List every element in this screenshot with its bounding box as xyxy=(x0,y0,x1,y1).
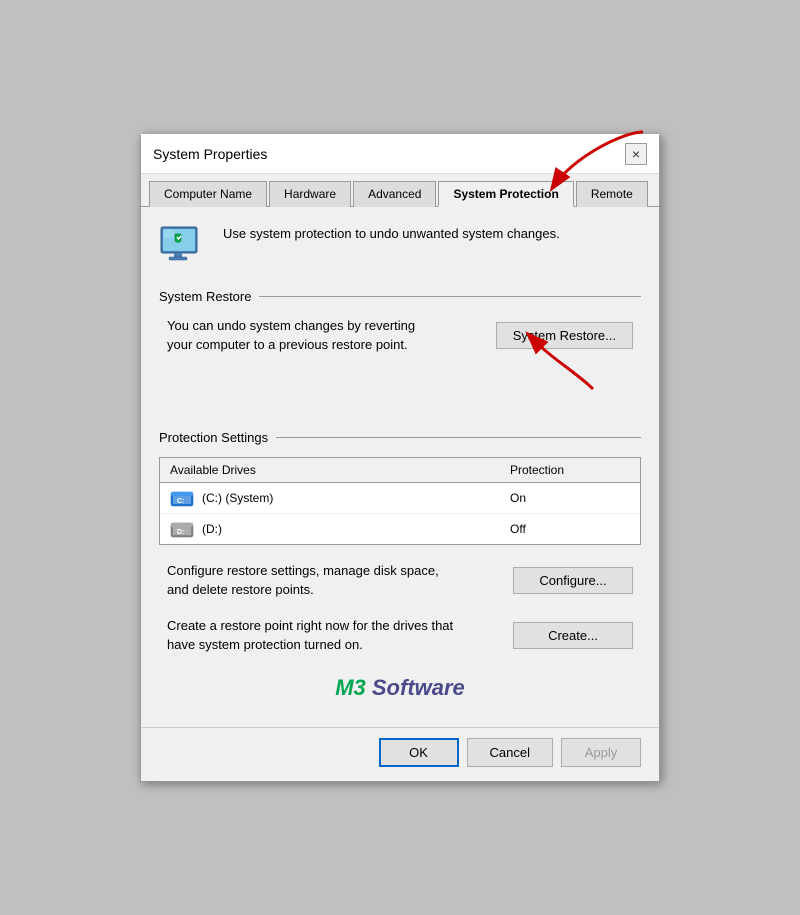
tab-system-protection[interactable]: System Protection xyxy=(438,181,573,207)
title-bar: System Properties × xyxy=(141,135,659,174)
dialog-title: System Properties xyxy=(153,146,267,162)
tab-remote[interactable]: Remote xyxy=(576,181,648,207)
tab-hardware[interactable]: Hardware xyxy=(269,181,351,207)
system-restore-area: You can undo system changes by reverting… xyxy=(159,316,641,355)
cancel-button[interactable]: Cancel xyxy=(467,738,553,767)
system-properties-dialog: System Properties × Computer Name Hardwa… xyxy=(140,134,660,782)
watermark: M3 Software xyxy=(159,675,641,701)
configure-text: Configure restore settings, manage disk … xyxy=(167,561,439,600)
create-button[interactable]: Create... xyxy=(513,622,633,649)
ok-button[interactable]: OK xyxy=(379,738,459,767)
table-row[interactable]: D: (D:) Off xyxy=(160,514,640,544)
tab-content: Use system protection to undo unwanted s… xyxy=(141,207,659,727)
computer-icon xyxy=(159,221,211,273)
footer-buttons: OK Cancel Apply xyxy=(141,727,659,781)
configure-button[interactable]: Configure... xyxy=(513,567,633,594)
create-area: Create a restore point right now for the… xyxy=(159,616,641,655)
drives-table: Available Drives Protection C: (C:) (Sys… xyxy=(159,457,641,545)
svg-text:C:: C: xyxy=(177,498,184,505)
section-divider xyxy=(259,296,641,297)
drive-c-name: (C:) (System) xyxy=(202,491,510,505)
drive-c-icon: C: xyxy=(170,489,194,507)
watermark-m3: M3 xyxy=(335,675,366,700)
close-button[interactable]: × xyxy=(625,143,647,165)
header-protection: Protection xyxy=(510,463,630,477)
tab-computer-name[interactable]: Computer Name xyxy=(149,181,267,207)
intro-section: Use system protection to undo unwanted s… xyxy=(159,221,641,273)
tab-advanced[interactable]: Advanced xyxy=(353,181,436,207)
system-restore-description: You can undo system changes by reverting… xyxy=(167,316,415,355)
protection-settings-header: Protection Settings xyxy=(159,430,641,445)
svg-text:D:: D: xyxy=(177,529,184,536)
apply-button[interactable]: Apply xyxy=(561,738,641,767)
header-drives: Available Drives xyxy=(170,463,510,477)
tabs-container: Computer Name Hardware Advanced System P… xyxy=(141,174,659,207)
system-restore-header: System Restore xyxy=(159,289,641,304)
drive-c-protection: On xyxy=(510,491,630,505)
watermark-software: Software xyxy=(366,675,465,700)
spacer1 xyxy=(159,375,641,430)
system-restore-label: System Restore xyxy=(159,289,251,304)
system-restore-button[interactable]: System Restore... xyxy=(496,322,633,349)
system-restore-btn-container: System Restore... xyxy=(496,322,633,349)
drive-d-protection: Off xyxy=(510,522,630,536)
table-header: Available Drives Protection xyxy=(160,458,640,483)
intro-text: Use system protection to undo unwanted s… xyxy=(223,225,560,243)
protection-settings-label: Protection Settings xyxy=(159,430,268,445)
drive-d-name: (D:) xyxy=(202,522,510,536)
create-text: Create a restore point right now for the… xyxy=(167,616,453,655)
protection-settings-section: Protection Settings Available Drives Pro… xyxy=(159,430,641,545)
configure-area: Configure restore settings, manage disk … xyxy=(159,561,641,600)
table-row[interactable]: C: (C:) (System) On xyxy=(160,483,640,514)
section-divider2 xyxy=(276,437,641,438)
drive-d-icon: D: xyxy=(170,520,194,538)
